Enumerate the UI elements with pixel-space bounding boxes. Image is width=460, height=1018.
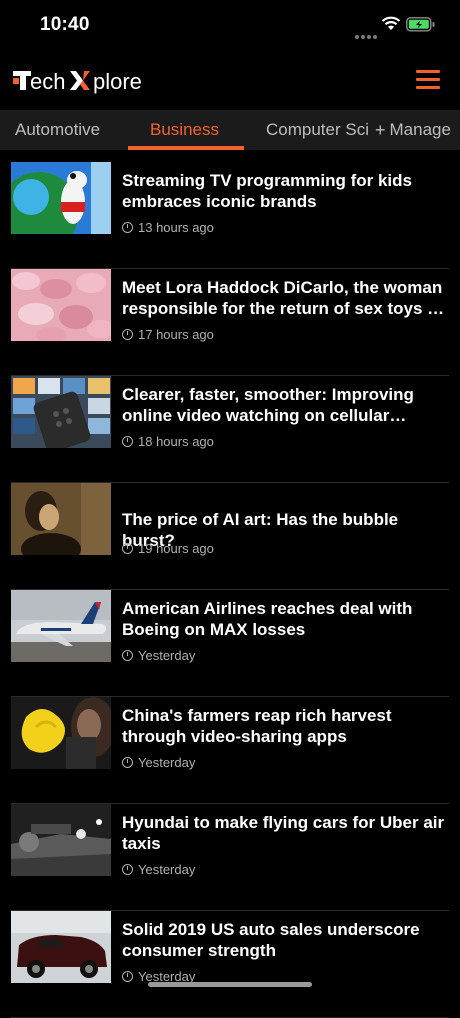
article-title[interactable]: American Airlines reaches deal with Boei…	[122, 598, 450, 640]
article-thumbnail	[11, 697, 111, 769]
article-item[interactable]: American Airlines reaches deal with Boei…	[11, 590, 449, 697]
app-header: ech plore	[0, 58, 460, 104]
article-thumbnail	[11, 269, 111, 341]
article-thumbnail	[11, 483, 111, 555]
article-item[interactable]: China's farmers reap rich harvest throug…	[11, 697, 449, 804]
status-time: 10:40	[40, 14, 90, 35]
home-indicator[interactable]	[148, 982, 312, 987]
article-item[interactable]: Meet Lora Haddock DiCarlo, the woman res…	[11, 269, 449, 376]
article-item[interactable]: Hyundai to make flying cars for Uber air…	[11, 804, 449, 911]
clock-icon	[122, 864, 133, 875]
article-list: Streaming TV programming for kids embrac…	[0, 162, 460, 1018]
article-meta: Yesterday	[122, 755, 195, 770]
clock-icon	[122, 650, 133, 661]
article-thumbnail	[11, 911, 111, 983]
signal-dots-icon	[355, 26, 379, 44]
article-thumbnail	[11, 162, 111, 234]
article-item[interactable]: Solid 2019 US auto sales underscore cons…	[11, 911, 449, 1018]
article-title[interactable]: China's farmers reap rich harvest throug…	[122, 705, 450, 747]
article-meta: 13 hours ago	[122, 220, 214, 235]
tab-computer-sciences[interactable]: Computer Sci	[266, 120, 369, 140]
techxplore-logo[interactable]: ech plore	[13, 67, 158, 95]
plus-icon: +	[375, 119, 386, 140]
article-time: Yesterday	[138, 648, 196, 663]
manage-label: Manage	[389, 120, 451, 139]
article-time: 17 hours ago	[138, 327, 214, 342]
article-time: Yesterday	[138, 862, 196, 877]
clock-icon	[122, 757, 133, 768]
article-item[interactable]: Clearer, faster, smoother: Improving onl…	[11, 376, 449, 483]
article-thumbnail	[11, 804, 111, 876]
article-item[interactable]: The price of AI art: Has the bubble burs…	[11, 483, 449, 590]
clock-icon	[122, 222, 133, 233]
article-thumbnail	[11, 590, 111, 662]
article-time: Yesterday	[138, 755, 196, 770]
article-title[interactable]: Hyundai to make flying cars for Uber air…	[122, 812, 450, 854]
article-title[interactable]: Meet Lora Haddock DiCarlo, the woman res…	[122, 277, 450, 319]
article-thumbnail	[11, 376, 111, 448]
battery-icon	[406, 17, 435, 32]
article-meta: 19 hours ago	[122, 541, 214, 556]
clock-icon	[122, 543, 133, 554]
article-time: 19 hours ago	[138, 541, 214, 556]
article-title[interactable]: Clearer, faster, smoother: Improving onl…	[122, 384, 450, 426]
article-title[interactable]: Streaming TV programming for kids embrac…	[122, 170, 450, 212]
active-tab-indicator	[128, 146, 244, 150]
clock-icon	[122, 436, 133, 447]
clock-icon	[122, 329, 133, 340]
tab-automotive[interactable]: Automotive	[15, 120, 100, 140]
menu-hamburger-icon[interactable]	[416, 70, 440, 90]
logo-text-plore: plore	[93, 69, 142, 94]
article-meta: Yesterday	[122, 862, 195, 877]
article-meta: 17 hours ago	[122, 327, 214, 342]
article-meta: 18 hours ago	[122, 434, 214, 449]
article-time: 18 hours ago	[138, 434, 214, 449]
wifi-icon	[381, 16, 401, 30]
tab-business[interactable]: Business	[150, 120, 219, 140]
article-item[interactable]: Streaming TV programming for kids embrac…	[11, 162, 449, 269]
article-meta: Yesterday	[122, 648, 195, 663]
logo-text-ech: ech	[30, 69, 65, 94]
clock-icon	[122, 971, 133, 982]
manage-tabs-button[interactable]: + Manage	[371, 110, 460, 150]
category-tabs: Automotive Business Computer Sci + Manag…	[0, 110, 460, 150]
article-time: 13 hours ago	[138, 220, 214, 235]
article-title[interactable]: Solid 2019 US auto sales underscore cons…	[122, 919, 450, 961]
status-bar: 10:40	[0, 0, 460, 50]
